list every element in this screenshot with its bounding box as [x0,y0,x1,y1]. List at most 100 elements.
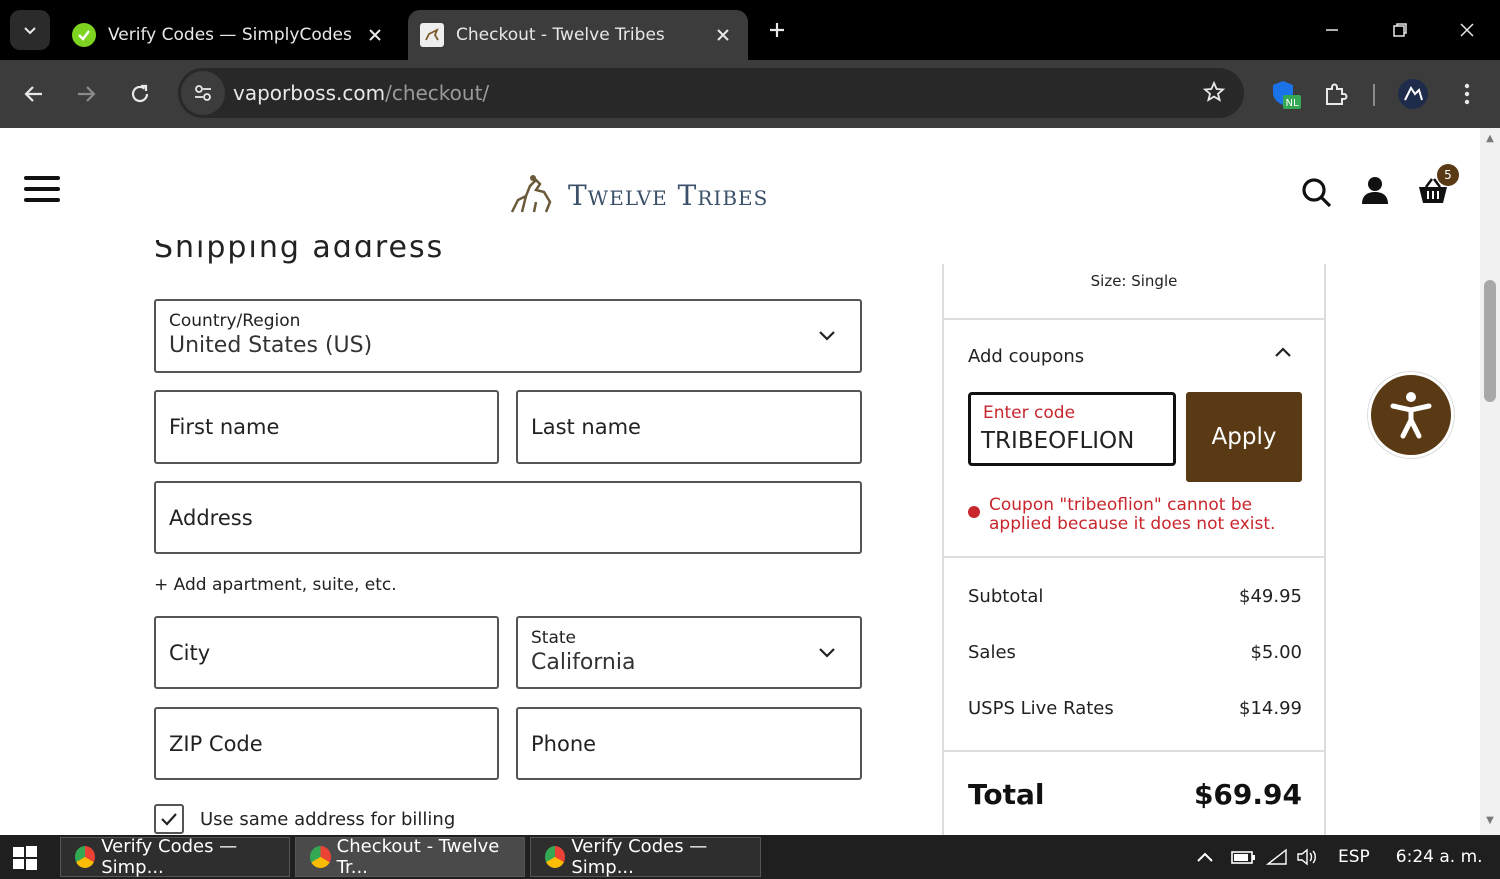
address-bar[interactable]: vaporboss.com/checkout/ [178,68,1244,118]
taskbar-item-verify-codes-2[interactable]: Verify Codes — Simp... [530,836,761,878]
address-field[interactable]: Address [154,481,862,554]
accessibility-icon [1390,392,1432,439]
system-tray: ESP 6:24 a. m. [1196,835,1483,879]
chrome-icon [545,846,566,868]
same-billing-label: Use same address for billing [200,808,456,830]
plus-icon [770,23,784,37]
menu-button[interactable] [24,176,60,204]
site-info-button[interactable] [181,71,225,115]
star-icon [1202,80,1226,102]
first-name-field[interactable]: First name [154,390,499,464]
tab-strip: Verify Codes — SimplyCodes Checkout - Tw… [0,0,1500,60]
same-billing-checkbox[interactable] [154,804,184,834]
more-vertical-icon [1464,83,1470,105]
chevron-down-icon [819,331,835,341]
state-label: State [531,628,576,648]
state-value: California [531,650,636,675]
order-summary: Size: Single Add coupons Enter code TRIB… [942,264,1326,835]
minimize-icon [1326,29,1338,31]
coupon-code-input[interactable]: Enter code TRIBEOFLION [968,392,1176,466]
browser-menu-button[interactable] [1447,74,1487,114]
restore-icon [1393,23,1407,37]
battery-icon[interactable] [1230,848,1256,866]
close-icon [717,29,729,41]
chevron-up-icon[interactable] [1196,851,1214,863]
tab-close-button[interactable] [708,20,738,50]
zip-code-field[interactable]: ZIP Code [154,707,499,780]
tab-verify-codes[interactable]: Verify Codes — SimplyCodes [60,10,400,60]
logo-text: Twelve Tribes [568,178,769,212]
arrow-left-icon [24,86,42,102]
scroll-down-icon[interactable]: ▼ [1484,816,1496,826]
page-scrollbar[interactable]: ▲ ▼ [1480,128,1500,835]
horse-rider-logo-icon [510,175,552,213]
country-label: Country/Region [169,311,301,331]
site-logo[interactable]: Twelve Tribes [506,172,768,218]
wifi-icon[interactable] [1266,848,1288,866]
minimize-button[interactable] [1312,12,1352,48]
coupon-label: Enter code [983,403,1076,423]
clock[interactable]: 6:24 a. m. [1396,847,1483,867]
extensions-button[interactable] [1316,74,1356,114]
reload-button[interactable] [120,74,160,114]
phone-field[interactable]: Phone [516,707,862,780]
add-apartment-link[interactable]: + Add apartment, suite, etc. [154,575,397,595]
checkmark-icon [161,813,177,826]
restore-button[interactable] [1380,12,1420,48]
tab-checkout[interactable]: Checkout - Twelve Tribes [408,10,748,60]
divider [944,556,1324,558]
url-text: vaporboss.com/checkout/ [233,81,490,105]
shipping-rate-row: USPS Live Rates $14.99 [968,698,1302,719]
scroll-up-icon[interactable]: ▲ [1484,134,1496,144]
total-row: Total $69.94 [968,778,1302,811]
item-size: Size: Single [1090,272,1178,290]
tab-close-button[interactable] [360,20,390,50]
chevron-down-icon [24,27,36,35]
account-icon[interactable] [1358,174,1392,208]
volume-icon[interactable] [1296,848,1320,866]
same-billing-checkbox-row[interactable]: Use same address for billing [154,804,455,834]
error-icon [968,506,980,518]
forward-button[interactable] [66,74,106,114]
windows-taskbar: Verify Codes — Simp... Checkout - Twelve… [0,835,1500,879]
windows-start-icon[interactable] [12,845,38,871]
profile-button[interactable] [1393,74,1433,114]
browser-toolbar: vaporboss.com/checkout/ NL [0,60,1500,128]
search-icon[interactable] [1300,176,1334,210]
chevron-up-icon[interactable] [1274,346,1292,358]
city-field[interactable]: City [154,616,499,689]
apply-coupon-button[interactable]: Apply [1186,392,1302,482]
sales-tax-row: Sales $5.00 [968,642,1302,663]
chrome-icon [75,846,96,868]
back-button[interactable] [14,74,54,114]
country-select[interactable]: Country/Region United States (US) [154,299,862,373]
tab-search-button[interactable] [10,10,50,50]
divider [944,318,1324,320]
input-language[interactable]: ESP [1338,847,1370,867]
extension-nl-button[interactable]: NL [1266,74,1306,114]
taskbar-item-verify-codes[interactable]: Verify Codes — Simp... [60,836,290,878]
bookmark-button[interactable] [1202,80,1226,108]
coupon-value: TRIBEOFLION [981,428,1135,454]
shipping-heading: Shipping address [154,240,445,265]
checkout-page: Twelve Tribes 5 Shipping address Country… [0,128,1480,835]
coupon-error-message: Coupon "tribeoflion" cannot be applied b… [968,496,1308,534]
reload-icon [131,84,149,103]
new-tab-button[interactable] [762,15,792,45]
subtotal-row: Subtotal $49.95 [968,586,1302,607]
add-coupons-title[interactable]: Add coupons [968,346,1084,367]
arrow-right-icon [78,86,96,102]
puzzle-icon [1326,83,1348,105]
twelve-tribes-favicon-icon [420,23,444,47]
accessibility-button[interactable] [1368,372,1454,458]
scrollbar-thumb[interactable] [1484,280,1496,402]
close-icon [369,29,381,41]
tab-title: Checkout - Twelve Tribes [456,25,665,45]
chrome-icon [310,846,331,868]
hamburger-icon [24,176,60,180]
taskbar-item-checkout[interactable]: Checkout - Twelve Tr... [295,836,525,878]
cart-count-badge: 5 [1437,164,1459,186]
state-select[interactable]: State California [516,616,862,689]
window-close-button[interactable] [1447,12,1487,48]
last-name-field[interactable]: Last name [516,390,862,464]
